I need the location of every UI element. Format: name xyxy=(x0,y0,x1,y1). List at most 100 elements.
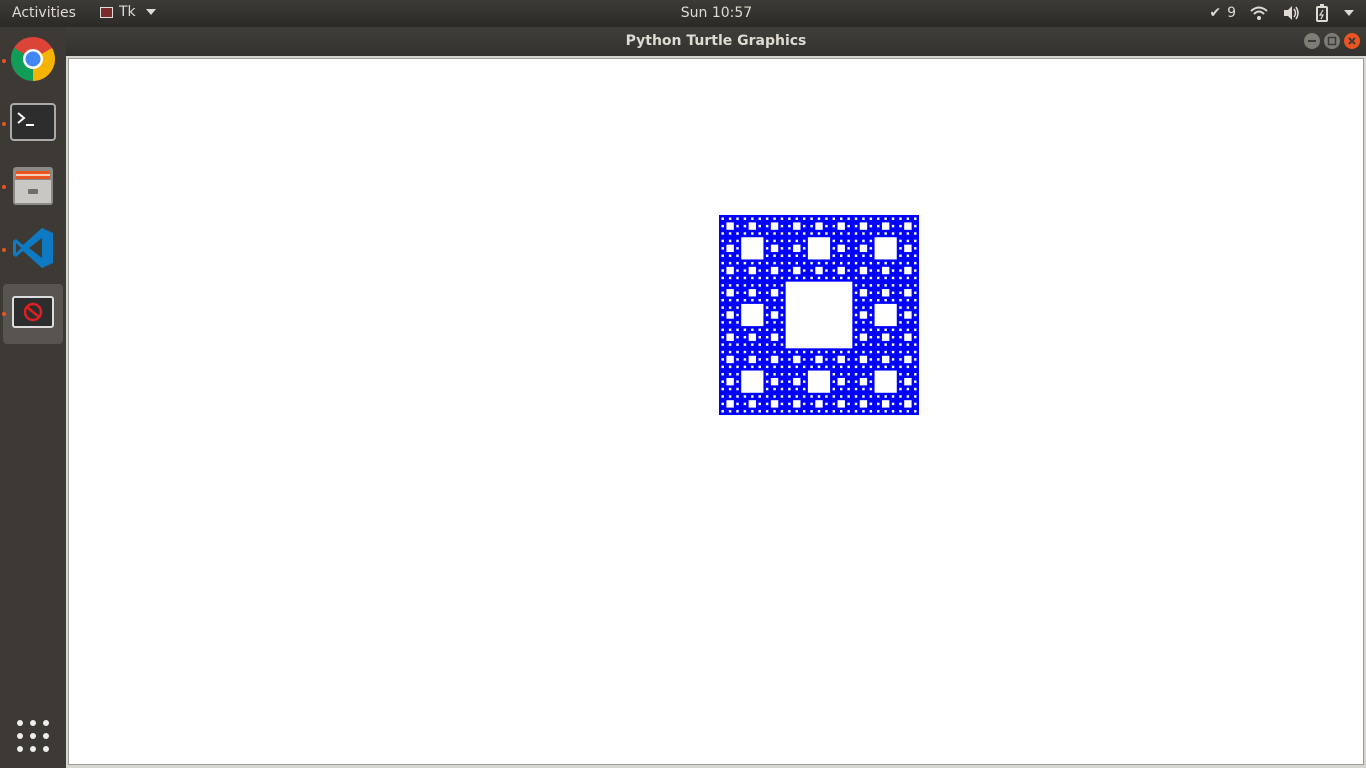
carpet-hole xyxy=(899,217,902,220)
carpet-hole xyxy=(721,335,724,339)
carpet-hole xyxy=(780,321,784,324)
carpet-hole xyxy=(906,306,910,309)
carpet-hole xyxy=(847,224,850,228)
carpet-hole xyxy=(788,365,791,369)
carpet-hole xyxy=(904,289,912,297)
checkmark-icon[interactable]: ✔ xyxy=(1209,5,1221,21)
carpet-hole xyxy=(748,333,757,341)
carpet-hole xyxy=(721,328,724,332)
battery-icon[interactable] xyxy=(1314,4,1330,22)
carpet-hole xyxy=(817,365,821,369)
carpet-hole xyxy=(825,402,828,406)
dock-item-chrome[interactable] xyxy=(2,31,63,91)
carpet-hole xyxy=(728,321,732,324)
clock[interactable]: Sun 10:57 xyxy=(681,5,752,21)
carpet-hole xyxy=(770,222,779,230)
carpet-hole xyxy=(854,284,858,287)
carpet-hole xyxy=(881,355,890,364)
carpet-hole xyxy=(802,410,806,413)
app-menu-label: Tk xyxy=(119,4,136,20)
carpet-hole xyxy=(869,395,873,398)
carpet-hole xyxy=(847,358,850,361)
carpet-hole xyxy=(832,350,836,354)
carpet-hole xyxy=(765,335,769,339)
carpet-hole xyxy=(726,244,734,253)
wifi-icon[interactable] xyxy=(1250,5,1268,21)
carpet-hole xyxy=(904,222,912,230)
carpet-hole xyxy=(862,239,865,243)
carpet-hole xyxy=(854,313,858,317)
carpet-hole xyxy=(862,321,865,324)
close-button[interactable] xyxy=(1344,33,1360,49)
carpet-hole xyxy=(862,298,865,302)
maximize-button[interactable] xyxy=(1324,33,1340,49)
carpet-hole xyxy=(728,328,732,332)
carpet-hole xyxy=(773,350,776,354)
carpet-hole xyxy=(884,350,887,354)
volume-icon[interactable] xyxy=(1282,5,1300,21)
carpet-hole xyxy=(758,269,761,272)
carpet-hole xyxy=(780,269,784,272)
activities-button[interactable]: Activities xyxy=(12,5,76,21)
carpet-hole xyxy=(773,298,776,302)
carpet-hole xyxy=(736,254,739,257)
carpet-hole xyxy=(832,239,836,243)
carpet-hole xyxy=(765,284,769,287)
dock-item-vscode[interactable] xyxy=(2,220,63,280)
carpet-hole xyxy=(854,261,858,265)
carpet-hole xyxy=(914,328,917,332)
window-titlebar[interactable]: Python Turtle Graphics xyxy=(66,27,1366,56)
carpet-hole xyxy=(859,311,868,319)
dock-item-files[interactable] xyxy=(2,157,63,217)
carpet-hole xyxy=(906,343,910,346)
carpet-hole xyxy=(751,328,754,332)
carpet-hole xyxy=(728,395,732,398)
carpet-hole xyxy=(837,355,845,364)
carpet-hole xyxy=(807,237,831,260)
running-indicator xyxy=(2,59,6,63)
carpet-hole xyxy=(788,217,791,220)
carpet-hole xyxy=(884,328,887,332)
carpet-hole xyxy=(859,333,868,341)
carpet-hole xyxy=(788,269,791,272)
carpet-hole xyxy=(780,276,784,280)
chrome-icon xyxy=(10,36,56,86)
running-indicator xyxy=(2,312,6,316)
app-menu[interactable]: Tk xyxy=(100,4,156,20)
carpet-hole xyxy=(832,410,836,413)
carpet-hole xyxy=(869,373,873,376)
show-applications-button[interactable] xyxy=(17,720,49,752)
carpet-hole xyxy=(854,298,858,302)
carpet-hole xyxy=(899,395,902,398)
carpet-hole xyxy=(736,350,739,354)
dock-item-tk[interactable] xyxy=(2,284,63,344)
carpet-hole xyxy=(839,410,843,413)
carpet-hole xyxy=(832,402,836,406)
carpet-hole xyxy=(765,224,769,228)
carpet-hole xyxy=(726,355,734,364)
carpet-hole xyxy=(891,224,895,228)
carpet-hole xyxy=(802,402,806,406)
carpet-hole xyxy=(765,269,769,272)
carpet-hole xyxy=(721,261,724,265)
carpet-hole xyxy=(751,276,754,280)
carpet-hole xyxy=(788,232,791,235)
carpet-hole xyxy=(914,291,917,295)
carpet-hole xyxy=(743,298,747,302)
carpet-hole xyxy=(854,217,858,220)
carpet-hole xyxy=(891,261,895,265)
turtle-canvas-area[interactable] xyxy=(68,58,1364,765)
carpet-hole xyxy=(906,284,910,287)
system-menu-caret-icon[interactable] xyxy=(1344,9,1354,17)
dock-item-terminal[interactable] xyxy=(2,94,63,154)
carpet-hole xyxy=(847,247,850,250)
carpet-hole xyxy=(854,410,858,413)
minimize-button[interactable] xyxy=(1304,33,1320,49)
carpet-hole xyxy=(721,410,724,413)
carpet-hole xyxy=(832,276,836,280)
carpet-hole xyxy=(765,306,769,309)
close-icon xyxy=(1348,37,1356,45)
system-tray[interactable]: ✔ 9 xyxy=(1209,4,1354,22)
carpet-hole xyxy=(721,269,724,272)
carpet-hole xyxy=(847,402,850,406)
